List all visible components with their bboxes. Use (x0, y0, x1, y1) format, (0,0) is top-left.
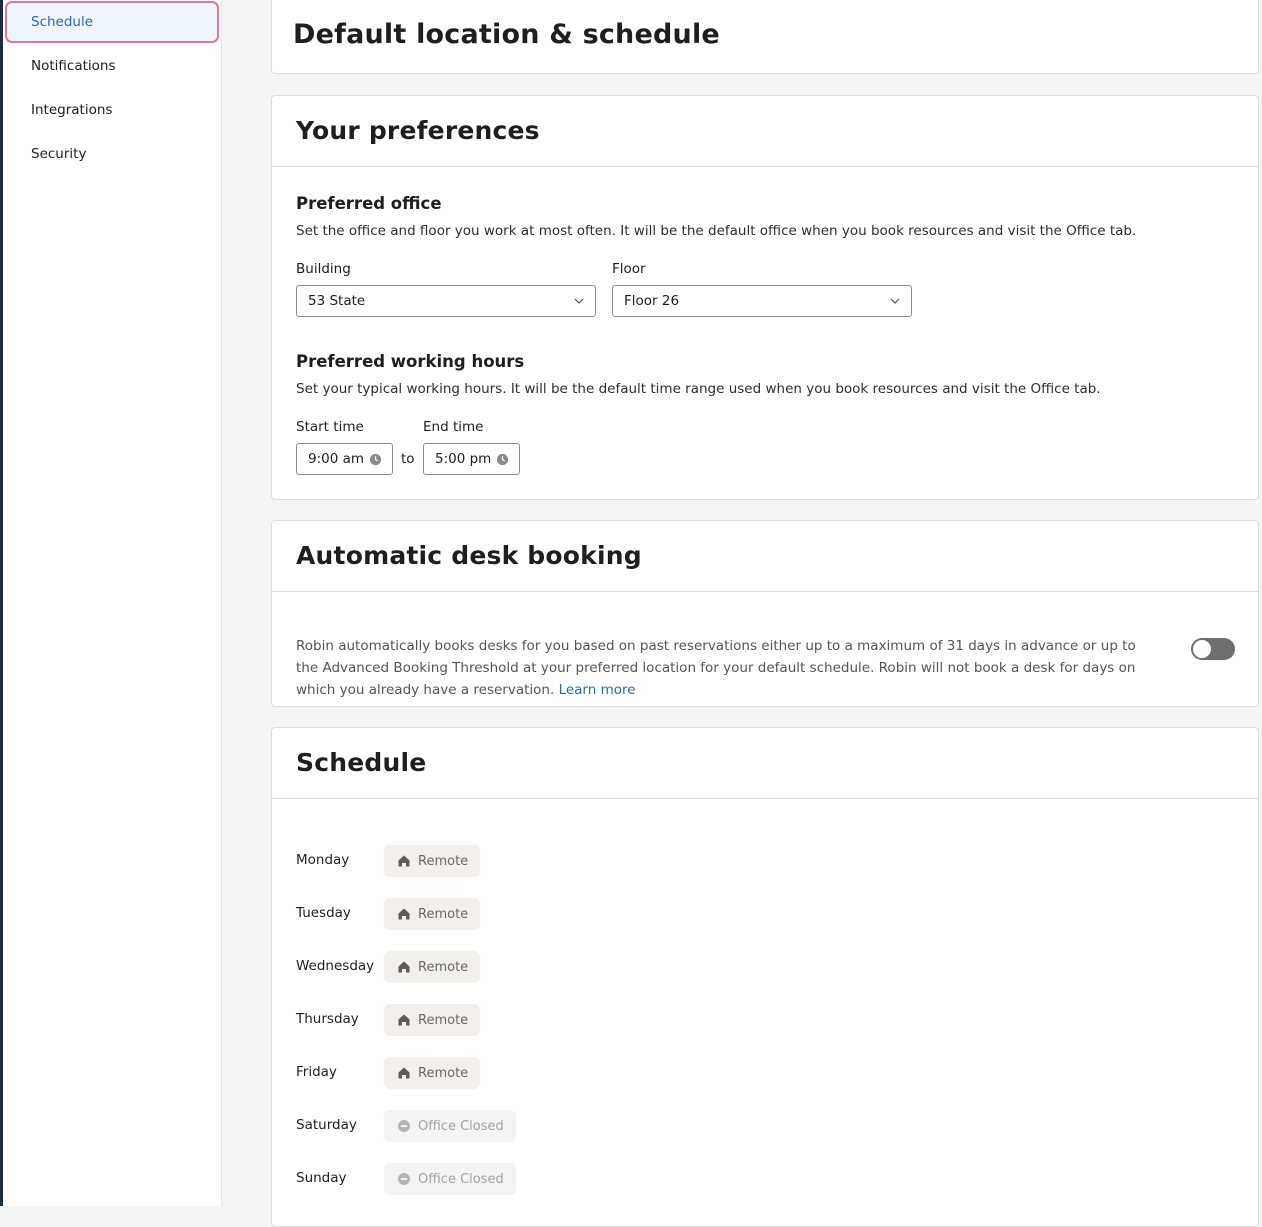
auto-booking-title: Automatic desk booking (296, 541, 642, 570)
day-label-monday: Monday (296, 852, 350, 868)
end-time-input[interactable]: 5:00 pm (423, 443, 520, 475)
end-time-label: End time (423, 419, 484, 435)
schedule-chip-saturday[interactable]: Office Closed (384, 1110, 516, 1142)
schedule-status: Remote (418, 906, 469, 922)
sidebar-item-notifications[interactable]: Notifications (5, 45, 219, 87)
divider (272, 591, 1258, 592)
time-range-separator: to (401, 451, 415, 467)
page-header-card: Default location & schedule (271, 0, 1259, 74)
home-icon (398, 1067, 410, 1079)
schedule-status: Remote (418, 959, 469, 975)
day-label-tuesday: Tuesday (296, 905, 351, 921)
auto-booking-card: Automatic desk booking Robin automatical… (271, 520, 1259, 707)
start-time-label: Start time (296, 419, 364, 435)
sidebar-item-label: Integrations (31, 102, 113, 118)
day-label-sunday: Sunday (296, 1170, 347, 1186)
auto-booking-toggle[interactable] (1191, 638, 1235, 660)
clock-icon (496, 453, 509, 466)
schedule-chip-wednesday[interactable]: Remote (384, 951, 481, 983)
schedule-chip-thursday[interactable]: Remote (384, 1004, 481, 1036)
minus-circle-icon (398, 1120, 410, 1132)
preferences-card: Your preferences Preferred office Set th… (271, 95, 1259, 500)
chevron-down-icon (890, 298, 900, 304)
preferences-title: Your preferences (296, 116, 540, 145)
sidebar-item-label: Security (31, 146, 87, 162)
auto-booking-text: Robin automatically books desks for you … (296, 638, 1136, 698)
schedule-status: Office Closed (418, 1171, 504, 1187)
building-select[interactable]: 53 State (296, 285, 596, 317)
sidebar-item-label: Notifications (31, 58, 116, 74)
preferred-hours-description: Set your typical working hours. It will … (296, 381, 1101, 397)
preferred-hours-title: Preferred working hours (296, 352, 525, 371)
building-value: 53 State (308, 293, 366, 309)
schedule-status: Remote (418, 853, 469, 869)
home-icon (398, 1014, 410, 1026)
sidebar-item-schedule[interactable]: Schedule (5, 1, 219, 43)
settings-sidebar: Schedule Notifications Integrations Secu… (3, 0, 222, 1206)
schedule-status: Office Closed (418, 1118, 504, 1134)
sidebar-item-label: Schedule (31, 14, 94, 30)
schedule-chip-friday[interactable]: Remote (384, 1057, 481, 1089)
minus-circle-icon (398, 1173, 410, 1185)
schedule-chip-sunday[interactable]: Office Closed (384, 1163, 516, 1195)
auto-booking-description: Robin automatically books desks for you … (296, 635, 1136, 701)
preferred-office-description: Set the office and floor you work at mos… (296, 223, 1137, 239)
learn-more-link[interactable]: Learn more (559, 682, 636, 698)
divider (272, 798, 1258, 799)
day-label-saturday: Saturday (296, 1117, 357, 1133)
floor-select[interactable]: Floor 26 (612, 285, 912, 317)
sidebar-item-security[interactable]: Security (5, 133, 219, 175)
schedule-card: Schedule Monday Remote Tuesday Remote We… (271, 727, 1259, 1227)
schedule-chip-tuesday[interactable]: Remote (384, 898, 481, 930)
sidebar-item-integrations[interactable]: Integrations (5, 89, 219, 131)
start-time-value: 9:00 am (308, 451, 365, 467)
home-icon (398, 961, 410, 973)
preferred-office-title: Preferred office (296, 194, 442, 213)
floor-value: Floor 26 (624, 293, 680, 309)
toggle-knob (1193, 640, 1211, 658)
floor-label: Floor (612, 261, 646, 277)
end-time-value: 5:00 pm (435, 451, 492, 467)
day-label-wednesday: Wednesday (296, 958, 375, 974)
building-label: Building (296, 261, 351, 277)
schedule-status: Remote (418, 1065, 469, 1081)
home-icon (398, 908, 410, 920)
start-time-input[interactable]: 9:00 am (296, 443, 393, 475)
schedule-status: Remote (418, 1012, 469, 1028)
clock-icon (369, 453, 382, 466)
day-label-thursday: Thursday (296, 1011, 359, 1027)
schedule-chip-monday[interactable]: Remote (384, 845, 481, 877)
day-label-friday: Friday (296, 1064, 337, 1080)
schedule-title: Schedule (296, 748, 427, 777)
page-title: Default location & schedule (293, 19, 720, 50)
chevron-down-icon (574, 298, 584, 304)
home-icon (398, 855, 410, 867)
divider (272, 166, 1258, 167)
